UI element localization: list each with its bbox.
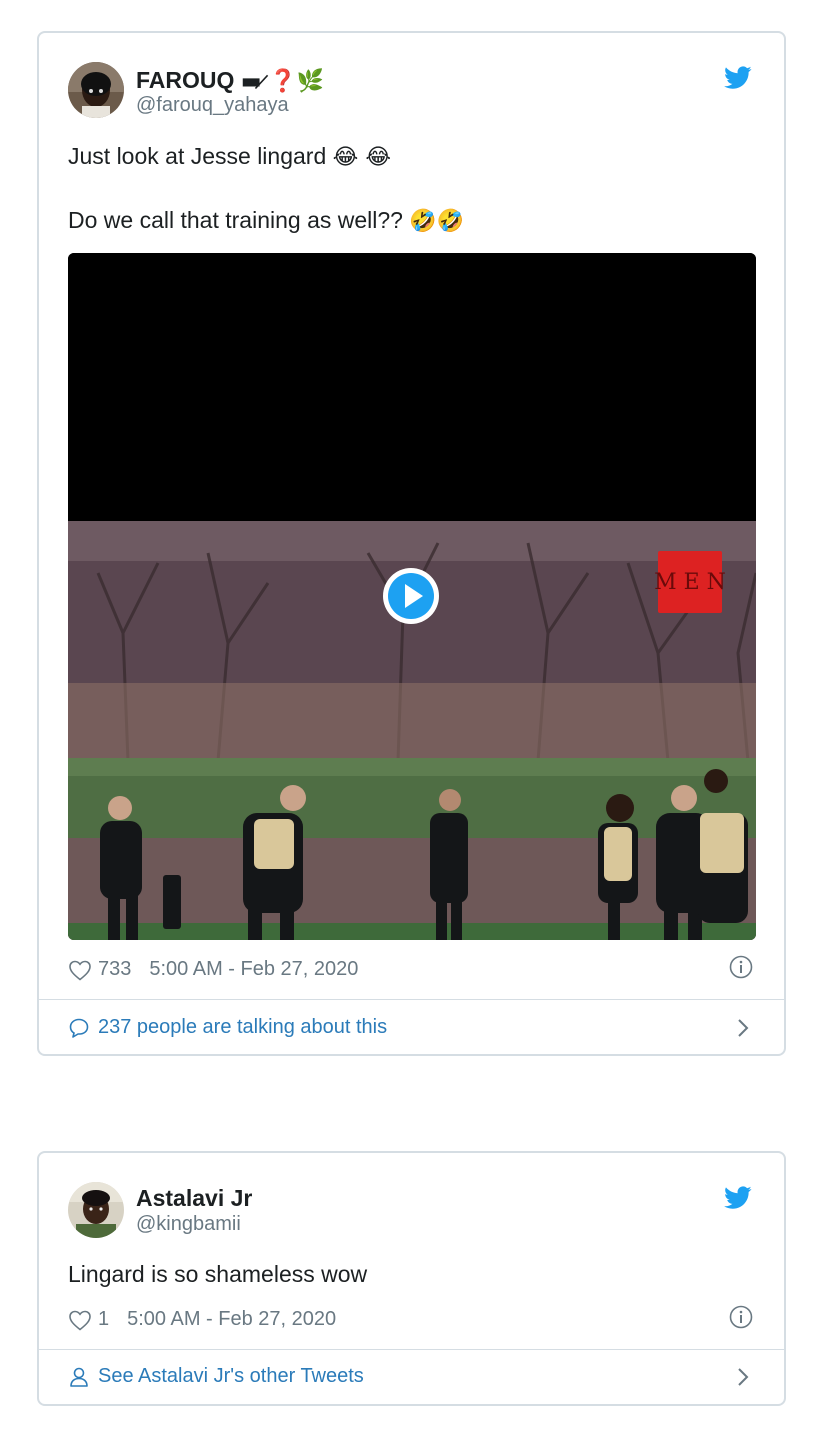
embedded-tweet: FAROUQ ▬ ̷❓🌿 @farouq_yahaya Just look at…	[37, 31, 786, 1056]
avatar[interactable]	[68, 62, 124, 118]
rofl-emoji: 🤣🤣	[409, 209, 465, 234]
chevron-right-icon[interactable]	[736, 1018, 750, 1038]
divider	[39, 1349, 784, 1350]
author-handle[interactable]: @farouq_yahaya	[136, 94, 289, 117]
tweet-text-line: Lingard is so shameless wow	[68, 1261, 368, 1287]
heart-icon[interactable]	[68, 1309, 92, 1331]
heart-icon[interactable]	[68, 959, 92, 981]
twitter-bird-icon[interactable]	[724, 1186, 752, 1210]
like-count[interactable]: 1	[98, 1308, 109, 1331]
info-icon[interactable]	[729, 955, 753, 979]
like-count[interactable]: 733	[98, 958, 131, 981]
timestamp[interactable]: 5:00 AM - Feb 27, 2020	[127, 1308, 336, 1331]
laughing-emoji: 😂 😂	[332, 145, 392, 170]
watermark-text: M E N	[654, 570, 726, 595]
video-player[interactable]: M E N	[68, 253, 756, 940]
author-name[interactable]: Astalavi Jr	[136, 1185, 252, 1212]
divider	[39, 999, 784, 1000]
avatar[interactable]	[68, 1182, 124, 1238]
author-name-emoji: ▬ ̷❓🌿	[240, 69, 325, 94]
chevron-right-icon[interactable]	[736, 1367, 750, 1387]
timestamp[interactable]: 5:00 AM - Feb 27, 2020	[149, 958, 358, 981]
person-icon	[70, 1367, 88, 1387]
author-name[interactable]: FAROUQ ▬ ̷❓🌿	[136, 67, 324, 94]
author-handle[interactable]: @kingbamii	[136, 1213, 241, 1236]
conversation-link[interactable]: 237 people are talking about this	[68, 1016, 387, 1039]
tweet-text-line: Do we call that training as well?? 🤣🤣	[68, 207, 465, 234]
comment-icon	[69, 1018, 89, 1038]
play-button-icon[interactable]	[381, 566, 441, 626]
twitter-bird-icon[interactable]	[724, 66, 752, 90]
embedded-tweet: Astalavi Jr @kingbamii Lingard is so sha…	[37, 1151, 786, 1406]
info-icon[interactable]	[729, 1305, 753, 1329]
tweet-text-line: Just look at Jesse lingard 😂 😂	[68, 143, 392, 170]
other-tweets-link[interactable]: See Astalavi Jr's other Tweets	[68, 1365, 364, 1388]
